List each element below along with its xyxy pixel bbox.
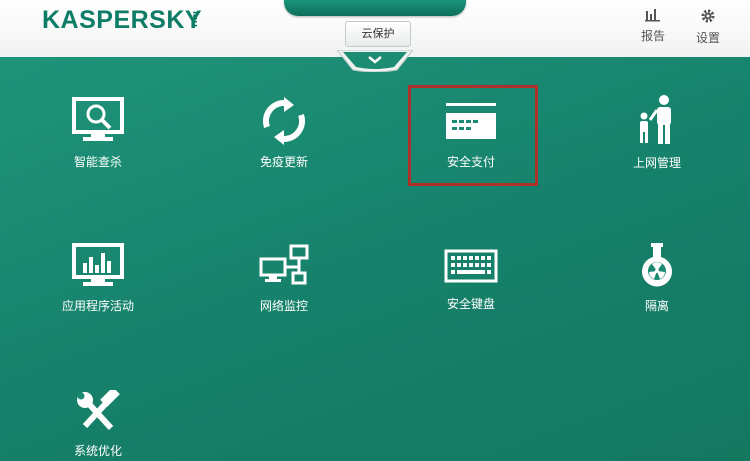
lab-logo: lab <box>190 11 197 27</box>
settings-button[interactable]: 设置 <box>689 8 727 46</box>
app-activity-monitor-icon <box>72 243 124 286</box>
report-label: 报告 <box>640 29 665 43</box>
tile-quarantine[interactable]: 隔离 <box>597 241 717 314</box>
kaspersky-logo: KASPERSKY <box>42 6 203 34</box>
network-monitor-icon <box>259 244 309 285</box>
settings-label: 设置 <box>695 31 720 45</box>
tile-app-activity[interactable]: 应用程序活动 <box>38 243 158 314</box>
tile-network-monitor[interactable]: 网络监控 <box>224 243 344 314</box>
selection-highlight <box>408 85 538 186</box>
tile-system-optimization[interactable]: 系统优化 <box>38 390 158 459</box>
tile-label: 上网管理 <box>632 156 681 170</box>
expand-panel-button[interactable] <box>337 50 413 72</box>
tile-smart-scan[interactable]: 智能查杀 <box>38 97 158 170</box>
cloud-protection-button[interactable]: 云保护 <box>345 21 411 47</box>
tile-label: 系统优化 <box>73 444 122 458</box>
tools-icon <box>77 390 120 431</box>
top-tab-handle[interactable] <box>284 0 466 16</box>
quarantine-flask-icon <box>642 243 672 287</box>
gear-icon <box>701 9 715 23</box>
parental-control-icon <box>640 95 671 144</box>
tile-label: 应用程序活动 <box>61 299 134 313</box>
update-arrows-icon <box>262 97 306 145</box>
tile-label: 安全键盘 <box>446 297 495 311</box>
tile-label: 智能查杀 <box>73 155 122 169</box>
tile-update[interactable]: 免疫更新 <box>224 97 344 170</box>
virtual-keyboard-icon <box>444 249 498 283</box>
scan-monitor-icon <box>72 97 124 141</box>
tile-parental-control[interactable]: 上网管理 <box>597 94 717 171</box>
svg-text:lab: lab <box>190 11 197 27</box>
bar-chart-icon <box>645 9 660 22</box>
tile-label: 免疫更新 <box>259 155 308 169</box>
tile-label: 网络监控 <box>259 299 308 313</box>
report-button[interactable]: 报告 <box>634 8 672 44</box>
tile-virtual-keyboard[interactable]: 安全键盘 <box>411 247 531 312</box>
tile-label: 隔离 <box>644 299 669 313</box>
